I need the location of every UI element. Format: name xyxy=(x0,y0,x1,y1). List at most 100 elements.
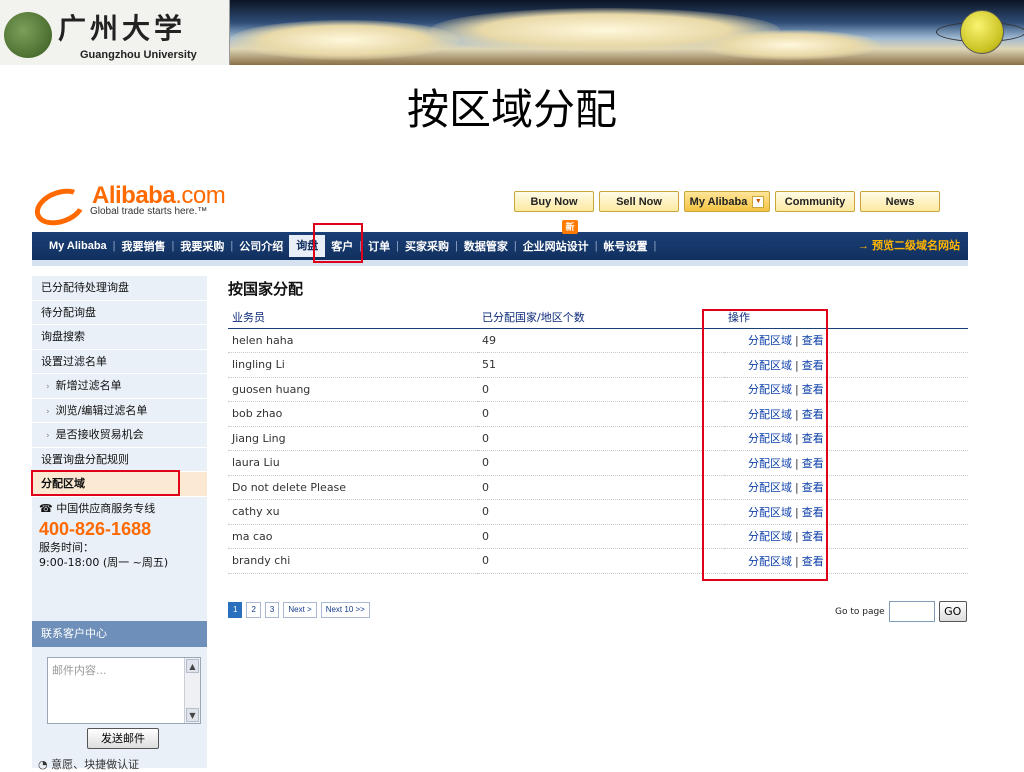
nav-orders[interactable]: 订单 xyxy=(362,238,396,254)
sidebar-item-add-filter[interactable]: › 新增过滤名单 xyxy=(32,374,207,399)
country-count: 0 xyxy=(478,524,724,549)
nav-company[interactable]: 公司介绍 xyxy=(233,238,289,254)
highlight-nav-inquiry xyxy=(313,223,363,263)
col-country-count: 已分配国家/地区个数 xyxy=(478,306,724,329)
info-icon: ◔ xyxy=(38,758,48,771)
salesperson-name: cathy xu xyxy=(228,499,478,525)
my-alibaba-button[interactable]: My Alibaba ▼ xyxy=(684,191,770,212)
table-row: cathy xu 0 分配区域 | 查看 xyxy=(228,499,968,525)
salesperson-name: helen haha xyxy=(228,328,478,353)
contact-header: 联系客户中心 xyxy=(32,621,207,647)
country-count: 49 xyxy=(478,328,724,353)
go-button[interactable]: GO xyxy=(938,601,967,622)
sell-now-button[interactable]: Sell Now xyxy=(599,191,679,212)
salesperson-name: ma cao xyxy=(228,524,478,549)
slide-title: 按区域分配 xyxy=(406,85,617,134)
nav-data-manager[interactable]: 数据管家 xyxy=(458,238,514,254)
page-3[interactable]: 3 xyxy=(264,602,280,618)
service-hours: 9:00-18:00 (周一 ~周五) xyxy=(39,555,169,569)
table-row: Jiang Ling 0 分配区域 | 查看 xyxy=(228,426,968,451)
university-name-en: Guangzhou University xyxy=(80,49,197,61)
sidebar-item-to-assign[interactable]: 待分配询盘 xyxy=(32,301,207,325)
scroll-up-icon[interactable]: ▲ xyxy=(186,659,199,673)
community-button[interactable]: Community xyxy=(775,191,855,212)
alibaba-tagline: Global trade starts here.™ xyxy=(90,206,208,217)
table-row: ma cao 0 分配区域 | 查看 xyxy=(228,524,968,549)
salesperson-name: Do not delete Please xyxy=(228,475,478,500)
nav-buy[interactable]: 我要采购 xyxy=(174,238,230,254)
next-page[interactable]: Next > xyxy=(283,602,317,618)
alibaba-swirl-icon xyxy=(29,182,91,232)
nav-underbar xyxy=(32,260,968,266)
country-count: 0 xyxy=(478,401,724,427)
main-nav: My Alibaba | 我要销售 | 我要采购 | 公司介绍 询盘 客户 | 订单 | … xyxy=(32,220,968,260)
sidebar-item-filter-list[interactable]: 设置过滤名单 xyxy=(32,350,207,374)
buy-now-button[interactable]: Buy Now xyxy=(514,191,594,212)
table-row: lingling Li 51 分配区域 | 查看 xyxy=(228,352,968,378)
country-count: 0 xyxy=(478,450,724,476)
mail-placeholder: 邮件内容... xyxy=(52,664,107,677)
nav-sell[interactable]: 我要销售 xyxy=(116,238,172,254)
sidebar-item-assign-rules[interactable]: 设置询盘分配规则 xyxy=(32,448,207,472)
page-2[interactable]: 2 xyxy=(246,602,261,618)
alibaba-header: Alibaba.com Global trade starts here.™ B… xyxy=(29,180,968,232)
nav-buyer-sourcing[interactable]: 买家采购 xyxy=(399,238,455,254)
page-1[interactable]: 1 xyxy=(228,602,243,618)
phone-icon: ☎ xyxy=(39,501,53,515)
sidebar-bottom-link[interactable]: ◔ 意愿、块捷做认证 xyxy=(38,756,139,772)
mail-content-textarea[interactable]: 邮件内容... ▲ ▼ xyxy=(47,657,201,724)
send-mail-button[interactable]: 发送邮件 xyxy=(87,728,159,749)
service-phone: 400-826-1688 xyxy=(39,518,152,539)
sidebar-item-trade-opportunity[interactable]: › 是否接收贸易机会 xyxy=(32,423,207,448)
university-emblem-icon xyxy=(4,12,52,58)
page-heading: 按国家分配 xyxy=(228,280,304,298)
chevron-right-icon: › xyxy=(46,406,50,417)
country-count: 0 xyxy=(478,548,724,574)
top-buttons: Buy Now Sell Now My Alibaba ▼ Community N… xyxy=(514,191,940,212)
nav-account-settings[interactable]: 帐号设置 xyxy=(598,238,654,254)
university-logo: 广州大学 Guangzhou University xyxy=(0,0,230,65)
news-button[interactable]: News xyxy=(860,191,940,212)
nav-my-alibaba[interactable]: My Alibaba xyxy=(32,240,113,252)
country-count: 0 xyxy=(478,475,724,500)
chevron-down-icon[interactable]: ▼ xyxy=(752,195,765,208)
main-content: 按国家分配 业务员 已分配国家/地区个数 操作 helen haha 49 分配区域… xyxy=(228,276,968,574)
salesperson-name: bob zhao xyxy=(228,401,478,427)
salesperson-name: brandy chi xyxy=(228,548,478,574)
table-row: laura Liu 0 分配区域 | 查看 xyxy=(228,450,968,476)
table-row: helen haha 49 分配区域 | 查看 xyxy=(228,328,968,353)
service-label: 中国供应商服务专线 xyxy=(56,501,156,515)
goto-label: Go to page xyxy=(835,606,885,617)
chevron-right-icon: › xyxy=(46,382,50,392)
table-row: brandy chi 0 分配区域 | 查看 xyxy=(228,548,968,574)
service-info: ☎ 中国供应商服务专线 400-826-1688 服务时间： 9:00-18:0… xyxy=(32,497,207,570)
next-10-pages[interactable]: Next 10 >> xyxy=(320,602,370,618)
salesperson-name: lingling Li xyxy=(228,352,478,378)
sidebar: 已分配待处理询盘 待分配询盘 询盘搜索 设置过滤名单 › 新增过滤名单 › 浏览/编… xyxy=(32,276,207,771)
pagination: 1 2 3 Next > Next 10 >> xyxy=(228,602,370,618)
table-row: Do not delete Please 0 分配区域 | 查看 xyxy=(228,475,968,500)
col-salesperson: 业务员 xyxy=(228,306,478,329)
table-header-row: 业务员 已分配国家/地区个数 操作 xyxy=(228,306,968,329)
highlight-action-column xyxy=(702,309,828,581)
slide-banner: 广州大学 Guangzhou University xyxy=(0,0,1024,65)
service-hours-label: 服务时间： xyxy=(39,540,94,554)
nav-website-design[interactable]: 企业网站设计 xyxy=(517,238,595,254)
scroll-down-icon[interactable]: ▼ xyxy=(186,708,199,722)
textarea-scrollbar[interactable]: ▲ ▼ xyxy=(184,658,200,723)
goto-page-input[interactable] xyxy=(888,601,935,622)
highlight-sidebar-assign-region xyxy=(31,470,180,496)
country-count: 51 xyxy=(478,352,724,378)
salesperson-name: laura Liu xyxy=(228,450,478,476)
salesperson-name: guosen huang xyxy=(228,377,478,402)
sidebar-item-edit-filter[interactable]: › 浏览/编辑过滤名单 xyxy=(32,399,207,423)
salesperson-table: 业务员 已分配国家/地区个数 操作 helen haha 49 分配区域 | 查看 lin… xyxy=(228,306,968,574)
university-name-cn: 广州大学 xyxy=(58,12,187,45)
sidebar-item-assigned-pending[interactable]: 已分配待处理询盘 xyxy=(32,276,207,301)
preview-subdomain-link[interactable]: → 预览二级域名网站 xyxy=(858,232,960,260)
table-row: guosen huang 0 分配区域 | 查看 xyxy=(228,377,968,402)
sidebar-item-inquiry-search[interactable]: 询盘搜索 xyxy=(32,325,207,350)
country-count: 0 xyxy=(478,426,724,451)
globe-icon xyxy=(960,10,1004,54)
alibaba-logo[interactable]: Alibaba.com Global trade starts here.™ xyxy=(29,182,242,232)
